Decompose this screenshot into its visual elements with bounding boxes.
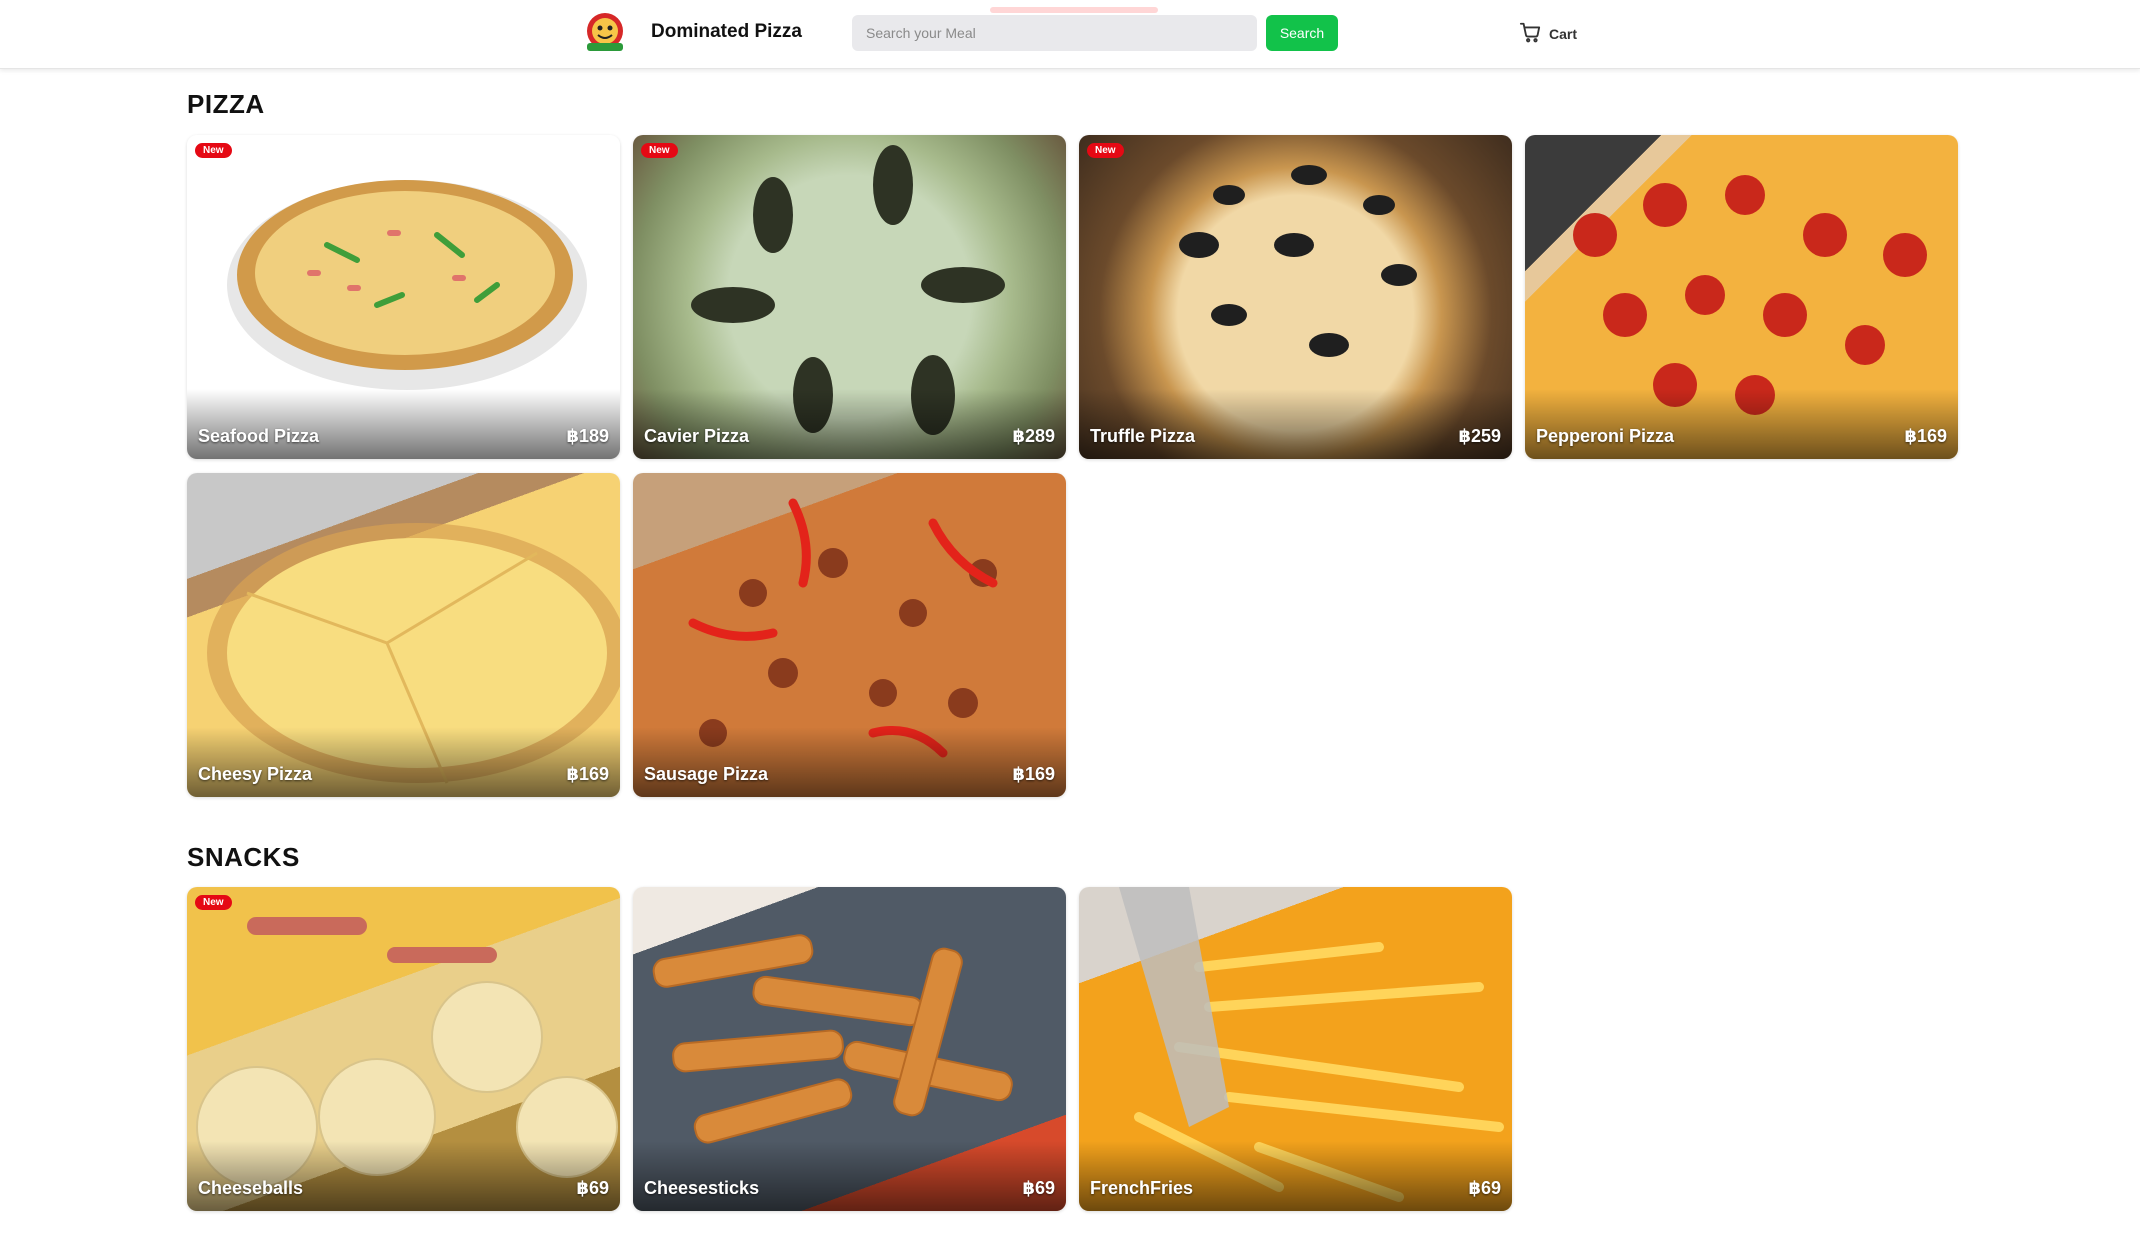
- section-title-snacks: SNACKS: [187, 842, 300, 872]
- item-name: Seafood Pizza: [198, 426, 320, 446]
- item-price: ฿169: [1904, 426, 1947, 446]
- decorative-banner-strip: [990, 7, 1158, 13]
- top-navbar: Dominated Pizza Search Cart: [0, 0, 2140, 69]
- menu-item-pepperoni-pizza[interactable]: Pepperoni Pizza ฿169: [1525, 135, 1958, 459]
- item-name: FrenchFries: [1090, 1178, 1194, 1198]
- menu-item-cheesesticks[interactable]: Cheesesticks ฿69: [633, 887, 1066, 1211]
- item-price: ฿169: [566, 764, 609, 784]
- menu-item-truffle-pizza[interactable]: New Truffle Pizza ฿259: [1079, 135, 1512, 459]
- menu-item-cheeseballs[interactable]: New Cheeseballs ฿69: [187, 887, 620, 1211]
- logo-icon[interactable]: [581, 11, 629, 56]
- new-badge: New: [1087, 143, 1124, 158]
- menu-item-seafood-pizza[interactable]: New Seafood Pizza ฿189: [187, 135, 620, 459]
- menu-item-sausage-pizza[interactable]: Sausage Pizza ฿169: [633, 473, 1066, 797]
- cart-icon: [1519, 21, 1541, 48]
- search-button[interactable]: Search: [1266, 15, 1338, 51]
- item-name: Cheeseballs: [198, 1178, 304, 1198]
- item-price: ฿69: [576, 1178, 609, 1198]
- menu-item-frenchfries[interactable]: FrenchFries ฿69: [1079, 887, 1512, 1211]
- cart-button[interactable]: Cart: [1519, 21, 1577, 47]
- search-input[interactable]: [852, 15, 1257, 51]
- cart-label: Cart: [1549, 26, 1578, 42]
- new-badge: New: [195, 895, 232, 910]
- item-name: Cavier Pizza: [644, 426, 750, 446]
- menu-item-cheesy-pizza[interactable]: Cheesy Pizza ฿169: [187, 473, 620, 797]
- item-name: Cheesesticks: [644, 1178, 760, 1198]
- item-name: Pepperoni Pizza: [1536, 426, 1675, 446]
- new-badge: New: [641, 143, 678, 158]
- item-name: Cheesy Pizza: [198, 764, 313, 784]
- item-price: ฿69: [1022, 1178, 1055, 1198]
- item-name: Truffle Pizza: [1090, 426, 1196, 446]
- item-price: ฿189: [566, 426, 609, 446]
- item-price: ฿289: [1012, 426, 1055, 446]
- section-title-pizza: PIZZA: [187, 89, 265, 119]
- menu-item-cavier-pizza[interactable]: New Cavier Pizza ฿289: [633, 135, 1066, 459]
- new-badge: New: [195, 143, 232, 158]
- brand-name[interactable]: Dominated Pizza: [651, 21, 802, 43]
- item-name: Sausage Pizza: [644, 764, 769, 784]
- item-price: ฿259: [1458, 426, 1501, 446]
- item-price: ฿169: [1012, 764, 1055, 784]
- item-price: ฿69: [1468, 1178, 1501, 1198]
